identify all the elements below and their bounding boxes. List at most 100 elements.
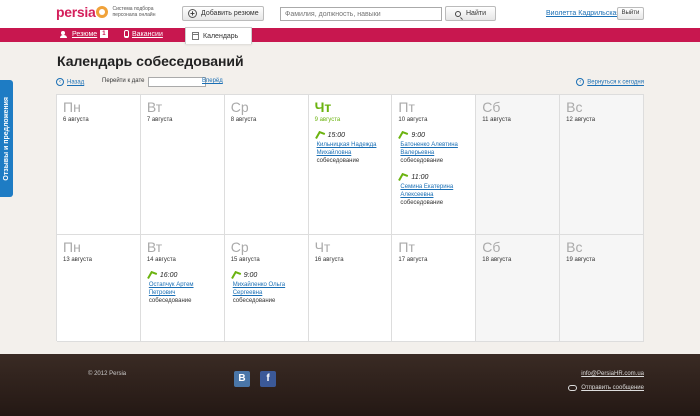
nav-calendar-tab[interactable]: Календарь <box>185 27 252 44</box>
day-name: Пт <box>398 99 415 115</box>
logo[interactable]: persia Система подбора персонала онлайн <box>56 4 160 20</box>
interview-event: 15:00 Кильницкая Надежда Михайловна собесе… <box>315 131 386 165</box>
day-name: Пн <box>63 99 81 115</box>
event-type: собеседование <box>400 200 444 206</box>
user-name-link[interactable]: Виолетта Кадрильская <box>546 10 620 17</box>
plus-icon: + <box>188 9 197 18</box>
add-resume-button[interactable]: + Добавить резюме <box>182 6 264 21</box>
chat-icon <box>568 385 578 391</box>
interview-event: 16:00 Остапчук Артем Петрович собеседовани… <box>147 271 218 305</box>
day-date: 19 августа <box>566 257 596 263</box>
find-button[interactable]: Найти <box>445 6 496 21</box>
vk-icon[interactable]: В <box>234 371 250 387</box>
today-label[interactable]: Вернуться к сегодня <box>587 80 644 86</box>
day-cell[interactable]: Пн 6 августа <box>57 95 141 235</box>
feedback-tab-label: Отзывы и предложения <box>3 96 10 181</box>
event-time-label: 16:00 <box>159 271 178 279</box>
day-cell[interactable]: Вс 12 августа <box>560 95 644 235</box>
find-label: Найти <box>466 10 486 17</box>
event-time: 9:00 <box>231 271 302 279</box>
nav-vacancies[interactable]: Вакансии <box>124 30 163 38</box>
copyright: © 2012 Persia <box>88 371 127 377</box>
microphone-icon <box>124 30 129 38</box>
event-time: 9:00 <box>398 131 469 139</box>
arrow-left-icon: ‹ <box>576 78 585 86</box>
day-date: 17 августа <box>398 257 428 263</box>
day-cell[interactable]: Чт 16 августа <box>308 235 393 342</box>
day-cell[interactable]: Вс 19 августа <box>560 235 644 342</box>
day-cell[interactable]: Пн 13 августа <box>57 235 141 342</box>
interview-icon <box>398 173 408 181</box>
candidate-link[interactable]: Семина Екатерина Алексеевна <box>400 183 469 199</box>
day-cell[interactable]: Ср 8 августа <box>224 95 309 235</box>
event-time-label: 15:00 <box>327 131 346 139</box>
day-date: 14 августа <box>146 257 176 263</box>
event-time: 16:00 <box>147 271 218 279</box>
interview-icon <box>147 271 157 279</box>
candidate-link[interactable]: Батоненко Алевтина Валерьевна <box>400 141 469 157</box>
header: persia Система подбора персонала онлайн … <box>0 0 700 28</box>
event-time-label: 9:00 <box>243 271 258 279</box>
candidate-link[interactable]: Кильницкая Надежда Михайловна <box>317 141 386 157</box>
nav-resumes[interactable]: Резюме 1 <box>60 30 108 38</box>
facebook-icon[interactable]: f <box>260 371 276 387</box>
day-date: 10 августа <box>398 117 428 123</box>
arrow-left-icon: ‹ <box>56 78 64 86</box>
logo-mark-icon <box>96 6 109 18</box>
email-link[interactable]: info@PersiaHR.com.ua <box>581 371 644 377</box>
day-name: Вс <box>566 239 583 255</box>
calendar-icon <box>192 32 199 40</box>
forward-link[interactable]: Вперёд <box>202 78 223 84</box>
day-date: 15 августа <box>230 257 260 263</box>
candidate-link[interactable]: Остапчук Артем Петрович <box>149 281 218 297</box>
page-title: Календарь собеседований <box>57 53 244 69</box>
day-name: Сб <box>482 99 501 115</box>
footer: © 2012 Persia В f info@PersiaHR.com.ua О… <box>0 354 700 416</box>
day-cell[interactable]: Вт 14 августа 16:00 Остапчук Артем Петрович… <box>140 235 225 342</box>
day-cell[interactable]: Ср 15 августа 9:00 Михайленко Ольга Сергеев… <box>224 235 309 342</box>
event-type: собеседование <box>148 298 192 304</box>
day-date: 13 августа <box>63 257 93 263</box>
interview-icon <box>231 271 241 279</box>
day-date: 11 августа <box>482 117 511 123</box>
exit-button[interactable]: Выйти <box>617 7 644 20</box>
back-link[interactable]: ‹ Назад <box>56 78 84 86</box>
search-input[interactable] <box>280 7 442 21</box>
calendar-subnav: ‹ Назад Перейти к дате Вперёд ‹ Вернуться … <box>56 77 644 89</box>
logo-text: persia <box>56 4 96 20</box>
day-date: 16 августа <box>314 257 344 263</box>
event-time-label: 9:00 <box>411 131 426 139</box>
day-name: Вс <box>566 99 583 115</box>
feedback-tab[interactable]: Отзывы и предложения <box>0 80 13 197</box>
send-message-label: Отправить сообщение <box>581 385 644 391</box>
day-cell[interactable]: Сб 18 августа <box>476 235 561 342</box>
resumes-count-badge: 1 <box>100 30 108 38</box>
day-cell[interactable]: Пт 10 августа 9:00 Батоненко Алевтина Валер… <box>392 95 477 235</box>
interview-event: 9:00 Михайленко Ольга Сергеевна собеседова… <box>231 271 302 305</box>
send-message-link[interactable]: Отправить сообщение <box>568 385 644 391</box>
day-date: 9 августа <box>314 117 341 123</box>
day-cell[interactable]: Пт 17 августа <box>392 235 477 342</box>
day-date: 18 августа <box>482 257 512 263</box>
event-type: собеседование <box>232 298 276 304</box>
interview-event: 11:00 Семина Екатерина Алексеевна собеседо… <box>398 173 469 207</box>
event-time: 15:00 <box>315 131 386 139</box>
day-name: Ср <box>230 99 249 115</box>
day-cell[interactable]: Чт 9 августа 15:00 Кильницкая Надежда Михай… <box>308 95 393 235</box>
day-cell[interactable]: Вт 7 августа <box>140 95 225 235</box>
date-input[interactable] <box>148 77 206 87</box>
day-name: Ср <box>230 239 249 255</box>
event-time: 11:00 <box>398 173 469 181</box>
candidate-link[interactable]: Михайленко Ольга Сергеевна <box>233 281 302 297</box>
interview-event: 9:00 Батоненко Алевтина Валерьевна собесед… <box>398 131 469 165</box>
day-cell[interactable]: Сб 11 августа <box>476 95 561 235</box>
day-name: Вт <box>146 239 163 255</box>
day-name: Чт <box>314 99 332 115</box>
day-name: Пт <box>398 239 415 255</box>
event-type: собеседование <box>316 158 360 164</box>
interview-icon <box>398 131 408 139</box>
back-label[interactable]: Назад <box>67 80 84 86</box>
today-link[interactable]: ‹ Вернуться к сегодня <box>576 78 644 86</box>
main-nav: Резюме 1 Вакансии <box>0 28 700 42</box>
day-name: Сб <box>482 239 501 255</box>
